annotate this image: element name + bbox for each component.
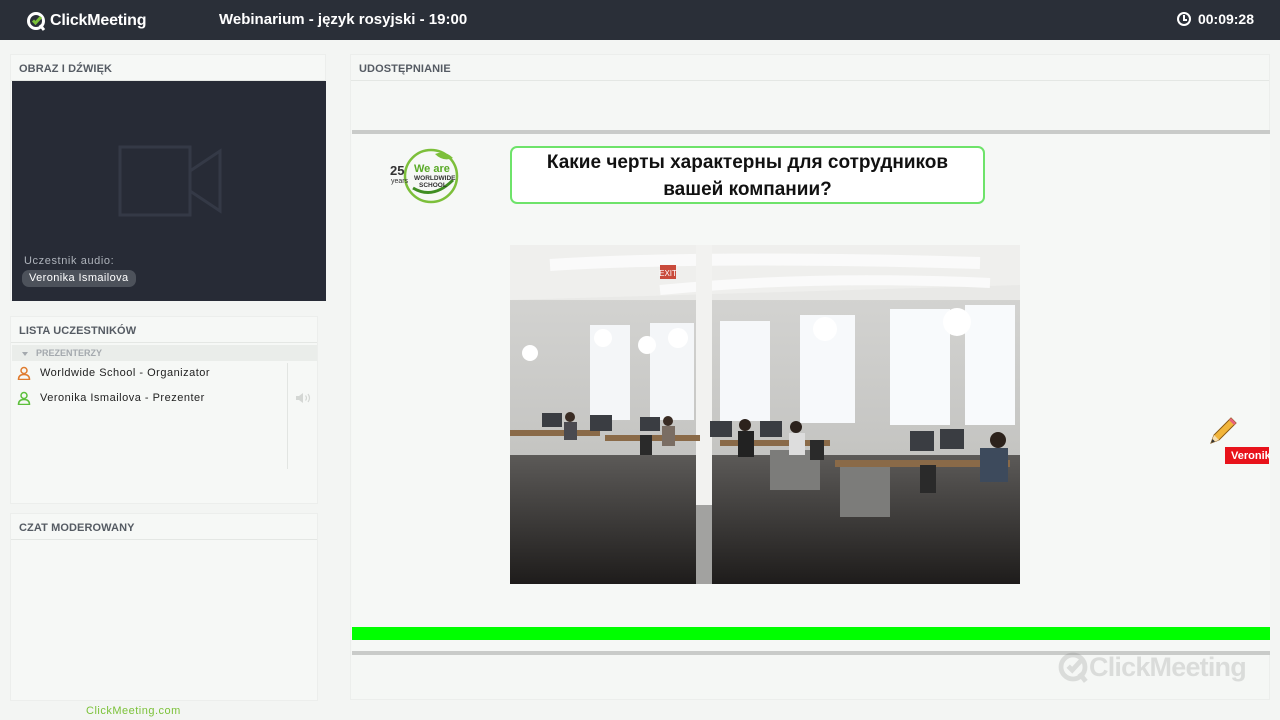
watermark-text: ClickMeeting: [1089, 651, 1247, 682]
participant-item-presenter[interactable]: Veronika Ismailova - Prezenter: [17, 389, 205, 407]
chat-panel: CZAT MODEROWANY: [10, 513, 318, 701]
slide-question-box: Какие черты характерны для сотрудников в…: [510, 146, 985, 204]
list-divider: [287, 363, 288, 469]
clickmeeting-logo: ClickMeeting: [26, 11, 146, 31]
speaker-icon[interactable]: [295, 392, 313, 404]
video-camera-icon: [118, 145, 222, 217]
worldwide-school-logo: 25 years We are WORLDWIDE SCHOOL: [390, 148, 459, 204]
pencil-cursor-icon: [1210, 417, 1237, 444]
presenter-user-icon: [17, 391, 31, 405]
timer-value: 00:09:28: [1197, 11, 1254, 27]
presenters-group-header[interactable]: PREZENTERZY: [12, 345, 317, 361]
video-audio-header: OBRAZ I DŹWIĘK: [11, 55, 325, 81]
video-audio-panel: OBRAZ I DŹWIĘK Uczestnik audio: Veronika…: [10, 54, 326, 301]
participant-item-organizer[interactable]: Worldwide School - Organizator: [17, 364, 210, 382]
top-bar: ClickMeeting Webinarium - język rosyjski…: [0, 0, 1280, 40]
logo-we-are: We are: [414, 163, 450, 175]
exit-sign-text: EXIT: [659, 269, 677, 278]
clickmeeting-link[interactable]: ClickMeeting.com: [86, 705, 181, 717]
watermark-logo-icon: [1058, 652, 1088, 683]
audio-participant-label: Uczestnik audio:: [24, 255, 115, 267]
clickmeeting-watermark: ClickMeeting: [1057, 651, 1247, 683]
organizer-user-icon: [17, 366, 31, 380]
presenters-group-label: PREZENTERZY: [36, 348, 103, 358]
collapse-triangle-icon: [22, 351, 28, 356]
video-area: Uczestnik audio: Veronika Ismailova: [12, 81, 326, 301]
participant-name: Worldwide School - Organizator: [40, 367, 211, 379]
sharing-header: UDOSTĘPNIANIE: [351, 55, 1269, 81]
participant-list-header: LISTA UCZESTNIKÓW: [11, 317, 317, 343]
office-photo: EXIT: [510, 245, 1020, 584]
chat-header: CZAT MODEROWANY: [11, 514, 317, 540]
office-photo-illustration: EXIT: [510, 245, 1020, 584]
presentation-slide: 25 years We are WORLDWIDE SCHOOL Какие ч…: [352, 134, 1270, 651]
clock-icon: [1176, 12, 1191, 26]
participant-name: Veronika Ismailova - Prezenter: [40, 392, 205, 404]
audio-participant-chip[interactable]: Veronika Ismailova: [22, 270, 136, 287]
logo-school: SCHOOL: [419, 182, 447, 189]
logo-text: ClickMeeting: [50, 12, 147, 29]
slide-question-line2: вашей компании?: [663, 179, 832, 200]
logo-worldwide: WORLDWIDE: [414, 175, 456, 182]
participant-list-panel: LISTA UCZESTNIKÓW PREZENTERZY Worldwide …: [10, 316, 318, 504]
sharing-top-area: [351, 81, 1269, 131]
logo-years-number: 25: [390, 163, 404, 178]
presenter-cursor-label: Veronika Ismailova: [1225, 447, 1269, 464]
logo-years-label: years: [391, 178, 409, 185]
clickmeeting-logo-icon: [27, 12, 46, 31]
slide-green-bar: [352, 627, 1270, 640]
slide-question-line1: Какие черты характерны для сотрудников: [546, 152, 949, 173]
session-timer: 00:09:28: [1176, 11, 1254, 27]
sharing-panel: UDOSTĘPNIANIE 25 years We are WORLDWIDE …: [350, 54, 1270, 700]
webinar-title: Webinarium - język rosyjski - 19:00: [219, 11, 468, 28]
